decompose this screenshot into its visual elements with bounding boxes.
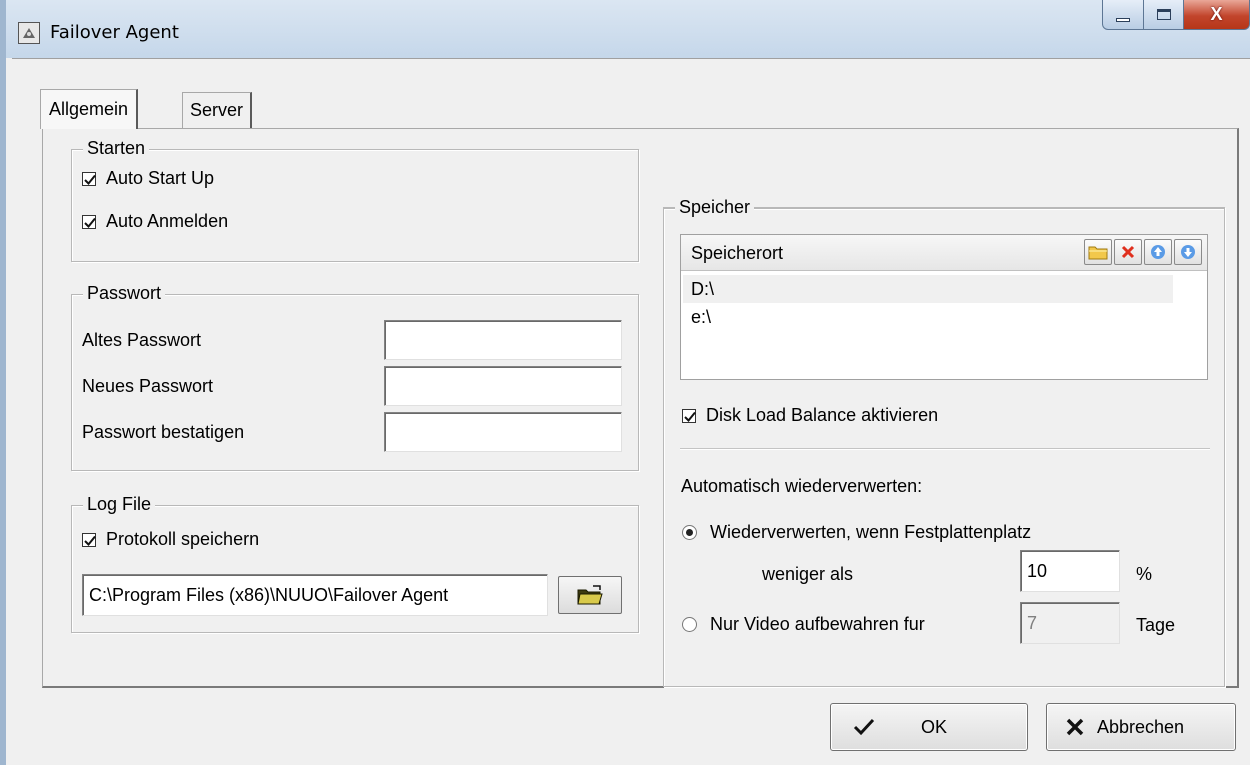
log-path-field[interactable] <box>82 574 548 616</box>
group-starten: Starten Auto Start Up Auto Anmelden <box>71 138 639 262</box>
tab-panel-allgemein: Starten Auto Start Up Auto Anmelden Pass… <box>42 128 1239 688</box>
list-header: Speicherort <box>681 235 1207 271</box>
group-legend: Speicher <box>675 197 755 218</box>
percent-unit-label: % <box>1136 564 1153 584</box>
keep-days-field[interactable] <box>1020 602 1120 644</box>
dialog-client-area: Allgemein Server Starten Auto Start Up A… <box>12 58 1250 765</box>
list-item[interactable]: e:\ <box>683 303 1173 331</box>
cancel-button[interactable]: Abbrechen <box>1046 703 1236 751</box>
move-down-button[interactable] <box>1174 239 1202 265</box>
window-title: Failover Agent <box>50 22 179 43</box>
tab-allgemein[interactable]: Allgemein <box>40 89 139 129</box>
open-folder-icon <box>577 585 603 605</box>
auto-start-up-checkbox[interactable]: Auto Start Up <box>82 168 214 189</box>
list-toolbar <box>1084 239 1202 265</box>
close-button[interactable]: X <box>1184 0 1250 30</box>
group-legend: Starten <box>83 138 150 159</box>
tab-label: Server <box>190 100 244 120</box>
radio-label: Nur Video aufbewahren fur <box>710 614 925 634</box>
days-unit-label: Tage <box>1136 615 1176 635</box>
move-up-button[interactable] <box>1144 239 1172 265</box>
add-folder-button[interactable] <box>1084 239 1112 265</box>
minimize-button[interactable] <box>1102 0 1144 30</box>
weniger-als-label: weniger als <box>762 564 854 584</box>
close-icon: X <box>1210 4 1223 24</box>
group-legend: Log File <box>83 494 156 515</box>
ok-label: OK <box>921 716 948 737</box>
speicherort-list[interactable]: Speicherort D:\ e:\ <box>680 234 1208 380</box>
folder-icon <box>1088 246 1108 260</box>
checkbox-label: Auto Start Up <box>106 168 215 188</box>
checkbox-box <box>82 532 96 547</box>
checkbox-label: Protokoll speichern <box>106 529 260 549</box>
separator <box>680 448 1210 450</box>
arrow-down-icon <box>1181 245 1195 259</box>
checkmark-icon <box>853 718 875 736</box>
arrow-up-icon <box>1151 245 1165 259</box>
group-legend: Passwort <box>83 283 166 304</box>
failover-agent-window: Failover Agent X Allgemein Server Starte… <box>0 0 1250 765</box>
group-passwort: Passwort Altes Passwort Neues Passwort P… <box>71 283 639 471</box>
radio-dot <box>682 525 697 540</box>
delete-x-icon <box>1121 245 1135 259</box>
maximize-button[interactable] <box>1144 0 1184 30</box>
neues-passwort-field[interactable] <box>384 366 622 406</box>
neues-passwort-label: Neues Passwort <box>82 376 214 396</box>
recycle-by-disk-radio[interactable]: Wiederverwerten, wenn Festplattenplatz <box>682 522 1031 543</box>
disk-load-balance-checkbox[interactable]: Disk Load Balance aktivieren <box>682 405 938 426</box>
altes-passwort-field[interactable] <box>384 320 622 360</box>
altes-passwort-label: Altes Passwort <box>82 330 202 350</box>
minimize-icon <box>1116 17 1130 22</box>
checkbox-box <box>82 171 96 186</box>
cancel-label: Abbrechen <box>1097 716 1185 737</box>
list-item[interactable]: D:\ <box>683 275 1173 303</box>
keep-video-days-radio[interactable]: Nur Video aufbewahren fur <box>682 614 925 635</box>
protokoll-speichern-checkbox[interactable]: Protokoll speichern <box>82 529 259 550</box>
radio-label: Wiederverwerten, wenn Festplattenplatz <box>710 522 1032 542</box>
tab-server[interactable]: Server <box>182 92 253 128</box>
checkbox-box <box>682 408 696 423</box>
caption-buttons: X <box>1102 0 1250 30</box>
checkbox-label: Disk Load Balance aktivieren <box>706 405 939 425</box>
delete-button[interactable] <box>1114 239 1142 265</box>
passwort-bestatigen-label: Passwort bestatigen <box>82 422 245 442</box>
checkbox-box <box>82 214 96 229</box>
app-icon <box>18 22 40 44</box>
auto-anmelden-checkbox[interactable]: Auto Anmelden <box>82 211 228 232</box>
tab-label: Allgemein <box>49 99 129 119</box>
disk-percent-field[interactable] <box>1020 550 1120 592</box>
group-speicher-frame: Speicher Speicherort D:\ e:\ Disk Load B… <box>663 197 1225 687</box>
passwort-bestatigen-field[interactable] <box>384 412 622 452</box>
recycle-heading: Automatisch wiederverwerten: <box>681 476 923 496</box>
ok-button[interactable]: OK <box>830 703 1028 751</box>
group-log-file: Log File Protokoll speichern <box>71 494 639 633</box>
column-header-speicherort: Speicherort <box>691 243 784 263</box>
checkbox-label: Auto Anmelden <box>106 211 229 231</box>
maximize-icon <box>1156 9 1171 20</box>
browse-folder-button[interactable] <box>558 576 622 614</box>
title-bar[interactable]: Failover Agent X <box>6 0 1250 58</box>
radio-dot <box>682 617 697 632</box>
cancel-x-icon <box>1066 718 1084 736</box>
